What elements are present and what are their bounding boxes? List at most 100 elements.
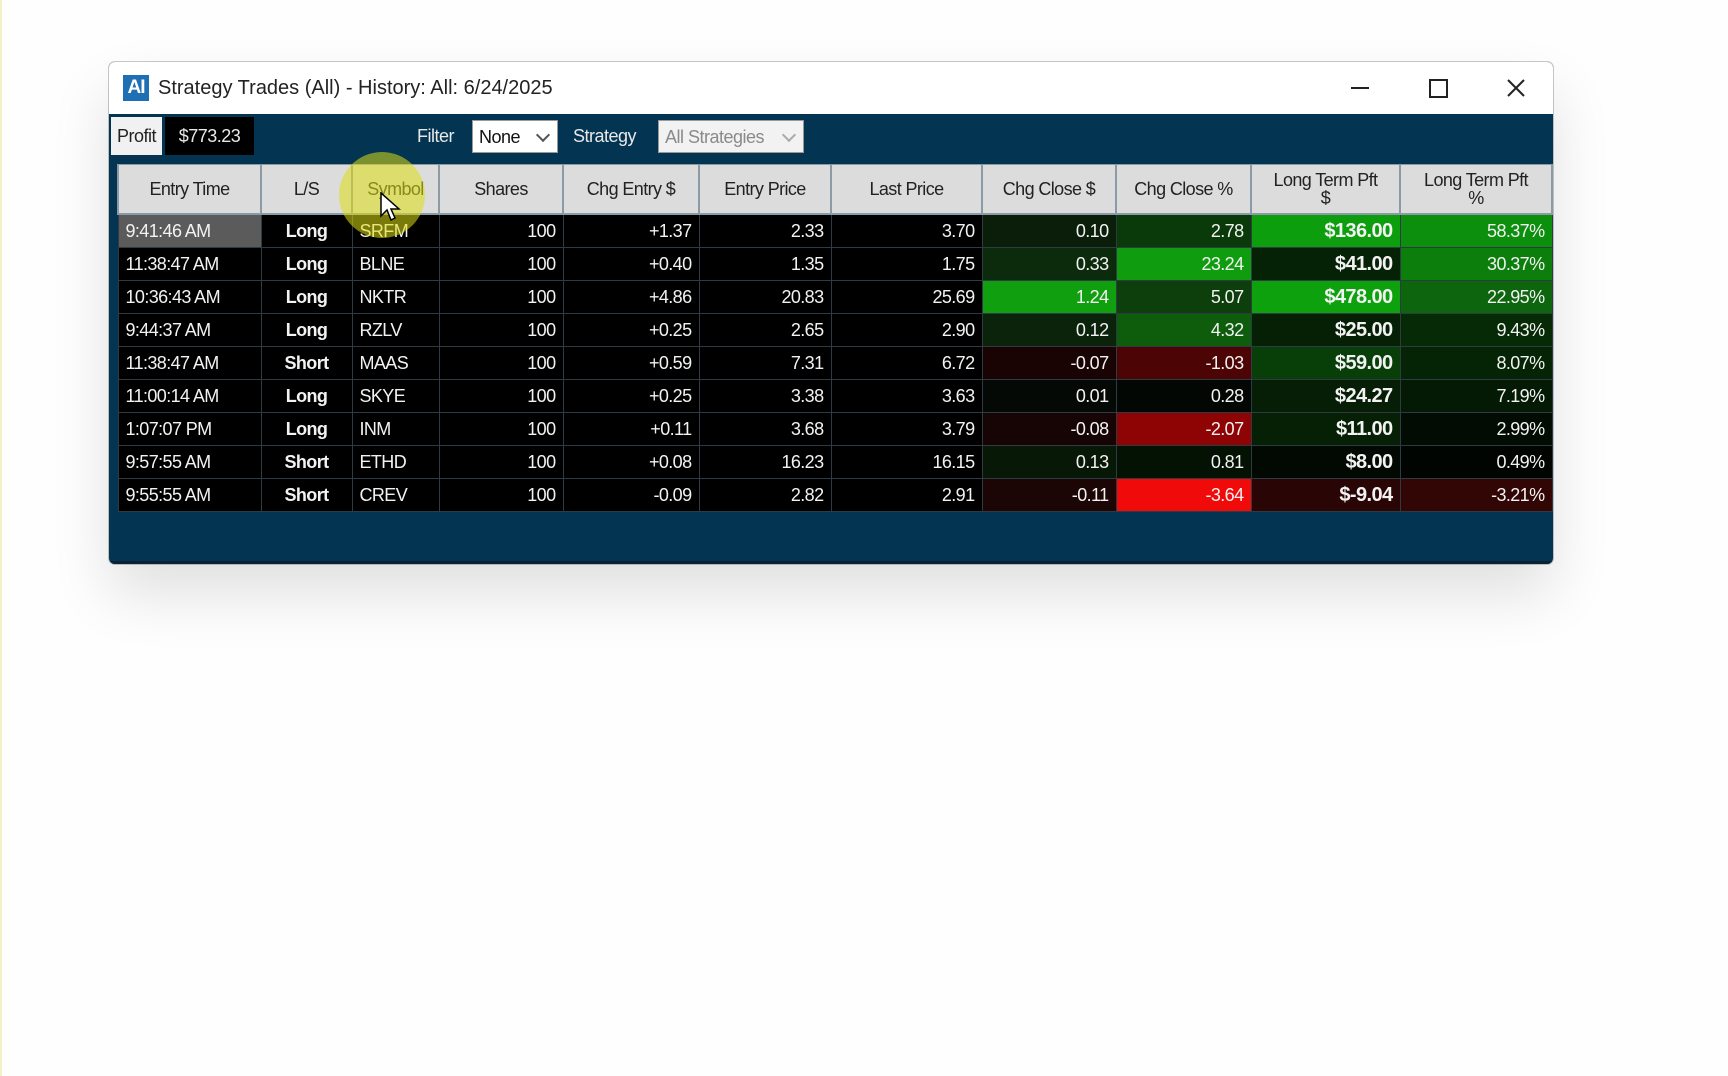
cell-ls[interactable]: Long xyxy=(260,313,353,347)
cell-entry-time[interactable]: 1:07:07 PM xyxy=(117,412,262,446)
cell-lt-pft[interactable]: $41.00 xyxy=(1250,247,1401,281)
table-row[interactable]: 9:55:55 AM Short CREV 100 -0.09 2.82 2.91 -0.11… xyxy=(117,478,1553,512)
cell-last-price[interactable]: 2.91 xyxy=(830,478,983,512)
column-header[interactable]: Long Term Pft $ xyxy=(1250,164,1401,215)
cell-symbol[interactable]: CREV xyxy=(351,478,440,512)
cell-ls[interactable]: Long xyxy=(260,379,353,413)
cell-chg-close[interactable]: 0.10 xyxy=(981,213,1117,248)
cell-entry-price[interactable]: 1.35 xyxy=(698,247,832,281)
cell-lt-pft[interactable]: $59.00 xyxy=(1250,346,1401,380)
cell-chg-close-pct[interactable]: 0.28 xyxy=(1115,379,1252,413)
cell-lt-pft[interactable]: $-9.04 xyxy=(1250,478,1401,512)
title-bar[interactable]: AI Strategy Trades (All) - History: All:… xyxy=(109,62,1553,114)
cell-symbol[interactable]: ETHD xyxy=(351,445,440,479)
cell-lt-pft[interactable]: $478.00 xyxy=(1250,280,1401,314)
column-header[interactable]: Symbol xyxy=(351,164,440,215)
column-header[interactable]: L/S xyxy=(260,164,353,215)
cell-entry-time[interactable]: 9:55:55 AM xyxy=(117,478,262,512)
cell-last-price[interactable]: 3.70 xyxy=(830,213,983,248)
cell-entry-price[interactable]: 3.38 xyxy=(698,379,832,413)
cell-lt-pft[interactable]: $8.00 xyxy=(1250,445,1401,479)
cell-lt-pft-pct[interactable]: 30.37% xyxy=(1399,247,1553,281)
cell-entry-price[interactable]: 2.65 xyxy=(698,313,832,347)
cell-entry-time[interactable]: 11:00:14 AM xyxy=(117,379,262,413)
table-row[interactable]: 10:36:43 AM Long NKTR 100 +4.86 20.83 25.69 1.2… xyxy=(117,280,1553,314)
cell-lt-pft-pct[interactable]: 2.99% xyxy=(1399,412,1553,446)
maximize-button[interactable] xyxy=(1399,62,1477,114)
cell-entry-price[interactable]: 16.23 xyxy=(698,445,832,479)
cell-shares[interactable]: 100 xyxy=(438,213,564,248)
cell-chg-close-pct[interactable]: -2.07 xyxy=(1115,412,1252,446)
cell-shares[interactable]: 100 xyxy=(438,280,564,314)
table-row[interactable]: 9:41:46 AM Long SRFM 100 +1.37 2.33 3.70 0.10 2.… xyxy=(117,213,1553,248)
cell-entry-price[interactable]: 7.31 xyxy=(698,346,832,380)
strategy-dropdown[interactable]: All Strategies xyxy=(658,120,804,153)
cell-ls[interactable]: Short xyxy=(260,445,353,479)
cell-chg-close[interactable]: -0.08 xyxy=(981,412,1117,446)
cell-chg-entry[interactable]: +1.37 xyxy=(562,213,700,248)
column-header[interactable]: Chg Close $ xyxy=(981,164,1117,215)
column-header[interactable]: Chg Entry $ xyxy=(562,164,700,215)
filter-dropdown[interactable]: None xyxy=(472,120,558,153)
cell-shares[interactable]: 100 xyxy=(438,379,564,413)
cell-last-price[interactable]: 3.79 xyxy=(830,412,983,446)
cell-chg-close-pct[interactable]: 23.24 xyxy=(1115,247,1252,281)
cell-chg-close[interactable]: 0.01 xyxy=(981,379,1117,413)
cell-lt-pft-pct[interactable]: 0.49% xyxy=(1399,445,1553,479)
cell-symbol[interactable]: BLNE xyxy=(351,247,440,281)
cell-ls[interactable]: Long xyxy=(260,412,353,446)
cell-symbol[interactable]: NKTR xyxy=(351,280,440,314)
cell-ls[interactable]: Short xyxy=(260,346,353,380)
column-header[interactable]: Shares xyxy=(438,164,564,215)
cell-entry-price[interactable]: 2.33 xyxy=(698,213,832,248)
cell-lt-pft-pct[interactable]: -3.21% xyxy=(1399,478,1553,512)
cell-chg-entry[interactable]: +0.40 xyxy=(562,247,700,281)
cell-chg-entry[interactable]: +0.25 xyxy=(562,313,700,347)
cell-lt-pft-pct[interactable]: 8.07% xyxy=(1399,346,1553,380)
cell-shares[interactable]: 100 xyxy=(438,445,564,479)
cell-entry-time[interactable]: 11:38:47 AM xyxy=(117,247,262,281)
cell-chg-close[interactable]: -0.11 xyxy=(981,478,1117,512)
table-row[interactable]: 9:44:37 AM Long RZLV 100 +0.25 2.65 2.90 0.12 4.… xyxy=(117,313,1553,347)
cell-last-price[interactable]: 3.63 xyxy=(830,379,983,413)
cell-last-price[interactable]: 25.69 xyxy=(830,280,983,314)
cell-lt-pft-pct[interactable]: 58.37% xyxy=(1399,213,1553,248)
close-button[interactable] xyxy=(1477,62,1553,114)
cell-ls[interactable]: Long xyxy=(260,213,353,248)
cell-chg-entry[interactable]: +4.86 xyxy=(562,280,700,314)
cell-entry-price[interactable]: 20.83 xyxy=(698,280,832,314)
cell-chg-close[interactable]: 0.13 xyxy=(981,445,1117,479)
cell-last-price[interactable]: 6.72 xyxy=(830,346,983,380)
cell-shares[interactable]: 100 xyxy=(438,313,564,347)
cell-shares[interactable]: 100 xyxy=(438,346,564,380)
table-row[interactable]: 9:57:55 AM Short ETHD 100 +0.08 16.23 16.15 0.1… xyxy=(117,445,1553,479)
cell-chg-close-pct[interactable]: 5.07 xyxy=(1115,280,1252,314)
cell-chg-close-pct[interactable]: -3.64 xyxy=(1115,478,1252,512)
cell-entry-time[interactable]: 11:38:47 AM xyxy=(117,346,262,380)
cell-lt-pft[interactable]: $11.00 xyxy=(1250,412,1401,446)
cell-ls[interactable]: Long xyxy=(260,247,353,281)
cell-chg-close[interactable]: 0.12 xyxy=(981,313,1117,347)
cell-chg-close[interactable]: -0.07 xyxy=(981,346,1117,380)
cell-chg-close-pct[interactable]: -1.03 xyxy=(1115,346,1252,380)
cell-chg-entry[interactable]: +0.59 xyxy=(562,346,700,380)
table-row[interactable]: 11:38:47 AM Long BLNE 100 +0.40 1.35 1.75 0.33 2… xyxy=(117,247,1553,281)
cell-lt-pft[interactable]: $136.00 xyxy=(1250,213,1401,248)
cell-entry-price[interactable]: 2.82 xyxy=(698,478,832,512)
cell-chg-close-pct[interactable]: 4.32 xyxy=(1115,313,1252,347)
column-header[interactable]: Entry Time xyxy=(117,164,262,215)
cell-lt-pft-pct[interactable]: 9.43% xyxy=(1399,313,1553,347)
cell-lt-pft[interactable]: $25.00 xyxy=(1250,313,1401,347)
cell-chg-entry[interactable]: -0.09 xyxy=(562,478,700,512)
cell-lt-pft[interactable]: $24.27 xyxy=(1250,379,1401,413)
cell-shares[interactable]: 100 xyxy=(438,247,564,281)
cell-symbol[interactable]: MAAS xyxy=(351,346,440,380)
table-row[interactable]: 1:07:07 PM Long INM 100 +0.11 3.68 3.79 -0.08 -2… xyxy=(117,412,1553,446)
cell-chg-entry[interactable]: +0.08 xyxy=(562,445,700,479)
cell-chg-entry[interactable]: +0.25 xyxy=(562,379,700,413)
cell-symbol[interactable]: RZLV xyxy=(351,313,440,347)
cell-chg-close-pct[interactable]: 0.81 xyxy=(1115,445,1252,479)
cell-symbol[interactable]: SRFM xyxy=(351,213,440,248)
cell-symbol[interactable]: SKYE xyxy=(351,379,440,413)
cell-symbol[interactable]: INM xyxy=(351,412,440,446)
